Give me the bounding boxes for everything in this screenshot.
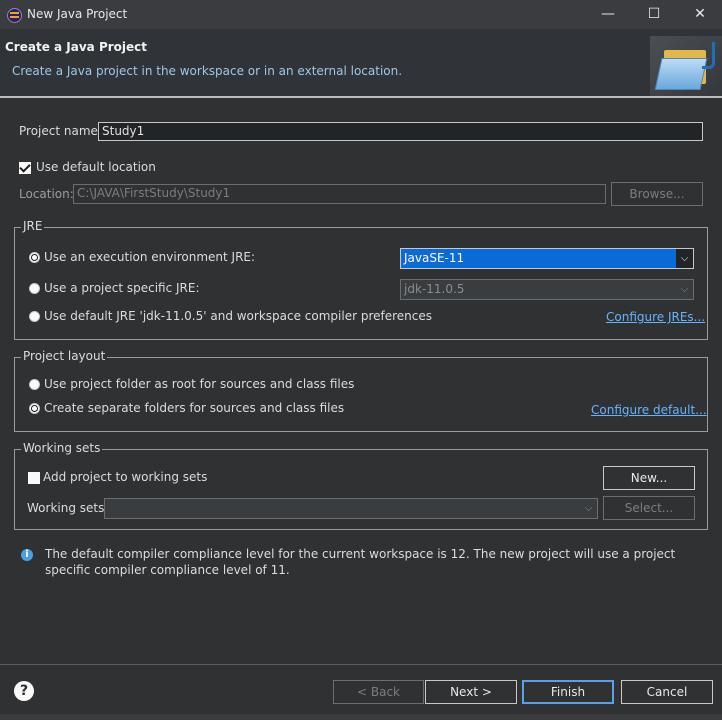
help-icon[interactable]: ? (14, 681, 34, 701)
configure-default-link[interactable]: Configure default... (591, 403, 707, 417)
project-name-input[interactable]: Study1 (98, 122, 703, 141)
use-default-location-label: Use default location (36, 160, 156, 174)
project-specific-jre-label: Use a project specific JRE: (44, 281, 200, 295)
window-bottom-border (0, 714, 722, 720)
working-sets-select[interactable]: ⌵ (104, 498, 598, 519)
footer-separator (0, 664, 722, 665)
add-to-working-sets-checkbox[interactable] (28, 472, 40, 484)
execution-environment-radio[interactable] (29, 252, 40, 263)
title-bar: New Java Project — ☐ ✕ (0, 0, 722, 29)
location-label: Location: (19, 187, 74, 201)
project-specific-jre-radio[interactable] (29, 283, 40, 294)
working-sets-value (105, 499, 580, 518)
use-default-location-checkbox[interactable] (19, 162, 31, 174)
working-sets-group-label: Working sets (21, 441, 103, 455)
execution-environment-select[interactable]: JavaSE-11 ⌵ (400, 248, 694, 269)
project-name-label: Project name: (19, 124, 102, 138)
project-layout-group: Project layout (14, 349, 708, 432)
project-layout-group-label: Project layout (21, 349, 108, 363)
project-folder-root-radio[interactable] (29, 379, 40, 390)
info-icon: i (21, 549, 33, 561)
default-jre-label: Use default JRE 'jdk-11.0.5' and workspa… (44, 309, 433, 323)
wizard-header: Create a Java Project Create a Java proj… (0, 29, 722, 97)
arrow-shape (702, 42, 715, 69)
chevron-down-icon: ⌵ (584, 503, 593, 514)
project-folder-root-label: Use project folder as root for sources a… (44, 377, 355, 391)
compliance-info-message: The default compiler compliance level fo… (45, 547, 676, 577)
separate-folders-label: Create separate folders for sources and … (44, 401, 345, 415)
working-sets-label: Working sets: (27, 501, 109, 515)
project-specific-jre-value: jdk-11.0.5 (404, 282, 465, 296)
jre-group-label: JRE (21, 219, 45, 233)
project-specific-jre-select[interactable]: jdk-11.0.5 ⌵ (400, 279, 694, 300)
chevron-down-icon: ⌵ (680, 253, 689, 264)
new-java-project-banner-icon (650, 36, 722, 97)
next-button[interactable]: Next > (425, 680, 517, 704)
page-description: Create a Java project in the workspace o… (12, 64, 403, 78)
new-working-set-button[interactable]: New... (603, 466, 695, 490)
folder-front-shape (654, 58, 708, 90)
maximize-button[interactable]: ☐ (631, 0, 677, 29)
eclipse-icon (7, 8, 22, 23)
chevron-down-icon: ⌵ (680, 284, 689, 295)
default-jre-radio[interactable] (29, 311, 40, 322)
header-separator (0, 96, 722, 98)
location-input[interactable]: C:\JAVA\FirstStudy\Study1 (73, 184, 606, 204)
execution-environment-label: Use an execution environment JRE: (44, 250, 256, 264)
minimize-button[interactable]: — (585, 0, 631, 29)
finish-button[interactable]: Finish (522, 680, 614, 704)
select-working-sets-button[interactable]: Select... (603, 496, 695, 520)
page-title: Create a Java Project (5, 40, 148, 54)
configure-jres-link[interactable]: Configure JREs... (606, 310, 705, 324)
back-button[interactable]: < Back (333, 680, 424, 704)
browse-button[interactable]: Browse... (611, 182, 703, 206)
execution-environment-value: JavaSE-11 (401, 249, 676, 268)
add-to-working-sets-label: Add project to working sets (43, 470, 208, 484)
window-title: New Java Project (27, 7, 128, 21)
separate-folders-radio[interactable] (29, 403, 40, 414)
cancel-button[interactable]: Cancel (621, 680, 713, 704)
close-button[interactable]: ✕ (677, 0, 722, 29)
